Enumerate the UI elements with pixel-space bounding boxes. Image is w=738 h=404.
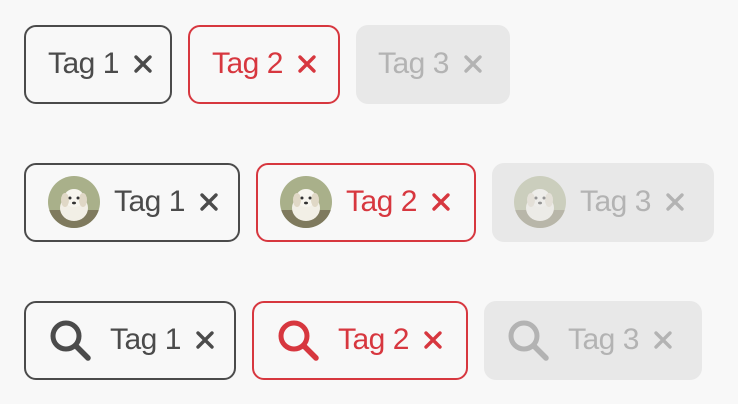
tag-disabled: Tag 3 (484, 300, 702, 380)
tag-error[interactable]: Tag 2 (252, 300, 468, 380)
close-icon[interactable] (133, 54, 153, 74)
tag-label: Tag 2 (346, 185, 417, 218)
tag-error[interactable]: Tag 2 (256, 162, 476, 242)
tag-default[interactable]: Tag 1 (24, 162, 240, 242)
tag-disabled: Tag 3 (356, 24, 510, 104)
close-icon (463, 54, 483, 74)
close-icon[interactable] (297, 54, 317, 74)
close-icon (653, 330, 673, 350)
tag-default[interactable]: Tag 1 (24, 24, 172, 104)
close-icon[interactable] (199, 192, 219, 212)
search-icon (48, 318, 92, 362)
tag-label: Tag 2 (338, 323, 409, 356)
tag-label: Tag 1 (114, 185, 185, 218)
tag-label: Tag 1 (48, 47, 119, 80)
close-icon[interactable] (423, 330, 443, 350)
close-icon (665, 192, 685, 212)
tag-label: Tag 3 (378, 47, 449, 80)
avatar (48, 176, 100, 228)
tag-label: Tag 3 (580, 185, 651, 218)
tag-label: Tag 2 (212, 47, 283, 80)
tag-default[interactable]: Tag 1 (24, 300, 236, 380)
tag-row-text: Tag 1 Tag 2 Tag 3 (24, 24, 526, 104)
search-icon (276, 318, 320, 362)
avatar (280, 176, 332, 228)
tag-row-avatar: Tag 1 Tag 2 Tag 3 (24, 162, 730, 242)
search-icon (506, 318, 550, 362)
tag-disabled: Tag 3 (492, 162, 714, 242)
avatar (514, 176, 566, 228)
tag-error[interactable]: Tag 2 (188, 24, 340, 104)
tag-label: Tag 1 (110, 323, 181, 356)
tag-row-icon: Tag 1 Tag 2 Tag 3 (24, 300, 718, 380)
tag-label: Tag 3 (568, 323, 639, 356)
close-icon[interactable] (431, 192, 451, 212)
close-icon[interactable] (195, 330, 215, 350)
